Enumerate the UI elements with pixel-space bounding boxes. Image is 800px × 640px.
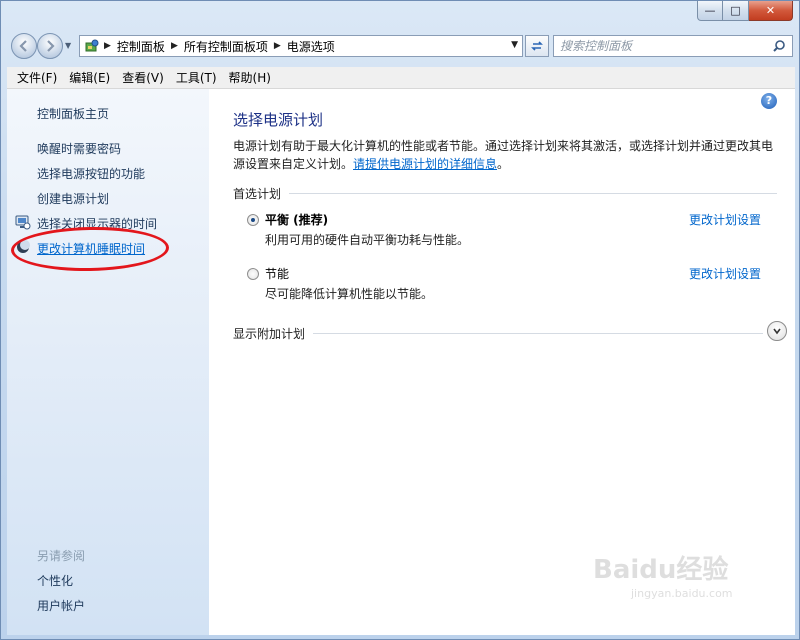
plan-balanced-desc: 利用可用的硬件自动平衡功耗与性能。 <box>265 233 470 247</box>
plan-balanced-settings-link[interactable]: 更改计划设置 <box>689 211 761 228</box>
sidebar-link-personalization[interactable]: 个性化 <box>37 572 73 589</box>
menu-tools[interactable]: 工具(T) <box>170 68 223 88</box>
navigation-bar: ▼ ▶ 控制面板 ▶ 所有控制面板项 ▶ 电源选项 ▼ <box>9 31 793 61</box>
main-panel: ? 选择电源计划 电源计划有助于最大化计算机的性能或者节能。通过选择计划来将其激… <box>233 89 787 635</box>
divider <box>313 333 763 334</box>
sidebar-link-wake-password[interactable]: 唤醒时需要密码 <box>37 140 121 157</box>
caption-buttons: — □ ✕ <box>697 1 793 21</box>
close-button[interactable]: ✕ <box>749 1 793 21</box>
sidebar-link-home[interactable]: 控制面板主页 <box>37 105 109 122</box>
see-also-heading: 另请参阅 <box>37 549 86 563</box>
preferred-plans-heading: 首选计划 <box>233 185 777 202</box>
red-annotation-circle <box>10 225 170 273</box>
window-frame: — □ ✕ ▼ ▶ 控制面板 ▶ 所有控制面板项 ▶ 电源选项 ▼ 搜索控制面板… <box>0 0 800 640</box>
sidebar-link-power-buttons[interactable]: 选择电源按钮的功能 <box>37 165 145 182</box>
menu-view[interactable]: 查看(V) <box>116 68 170 88</box>
refresh-button[interactable] <box>525 35 549 57</box>
divider <box>289 193 777 194</box>
plan-power-saver-settings-link[interactable]: 更改计划设置 <box>689 265 761 282</box>
forward-button[interactable] <box>37 33 63 59</box>
menu-help[interactable]: 帮助(H) <box>223 68 277 88</box>
search-box[interactable] <box>553 35 793 57</box>
preferred-plans-label: 首选计划 <box>233 187 282 201</box>
sidebar-link-user-accounts[interactable]: 用户帐户 <box>37 597 85 614</box>
watermark: Baidu经验 jingyan.baidu.com <box>591 549 751 609</box>
breadcrumb-separator: ▶ <box>273 41 281 51</box>
additional-plans-heading[interactable]: 显示附加计划 <box>233 325 763 342</box>
plan-power-saver-name[interactable]: 节能 <box>265 265 289 282</box>
plan-balanced-name[interactable]: 平衡 (推荐) <box>265 211 328 228</box>
plan-balanced-radio[interactable] <box>247 214 259 226</box>
arrow-right-icon <box>47 40 55 52</box>
chevron-down-icon[interactable]: ▼ <box>511 40 518 50</box>
plan-power-saver-desc: 尽可能降低计算机性能以节能。 <box>265 287 434 301</box>
recent-pages-dropdown[interactable]: ▼ <box>65 41 71 50</box>
sidebar-link-create-plan[interactable]: 创建电源计划 <box>37 190 109 207</box>
watermark-url: jingyan.baidu.com <box>631 587 733 600</box>
watermark-logo-text: Baidu经验 <box>593 555 729 585</box>
control-panel-icon <box>85 39 99 52</box>
additional-plans-label[interactable]: 显示附加计划 <box>233 325 305 342</box>
expand-additional-plans-button[interactable] <box>767 321 787 341</box>
content-area: 控制面板主页 唤醒时需要密码 选择电源按钮的功能 创建电源计划 选择关闭显示器的… <box>7 89 795 635</box>
breadcrumb-separator: ▶ <box>104 41 111 51</box>
arrow-left-icon <box>19 40 27 52</box>
task-sidebar: 控制面板主页 唤醒时需要密码 选择电源按钮的功能 创建电源计划 选择关闭显示器的… <box>7 89 209 635</box>
menu-bar: 文件(F) 编辑(E) 查看(V) 工具(T) 帮助(H) <box>7 67 795 89</box>
menu-file[interactable]: 文件(F) <box>11 68 63 88</box>
back-button[interactable] <box>11 33 37 59</box>
breadcrumb-control-panel[interactable]: 控制面板 <box>117 38 165 55</box>
plan-power-saver-radio[interactable] <box>247 268 259 280</box>
breadcrumb-separator: ▶ <box>170 41 178 51</box>
menu-edit[interactable]: 编辑(E) <box>63 68 116 88</box>
address-bar[interactable]: ▶ 控制面板 ▶ 所有控制面板项 ▶ 电源选项 ▼ <box>79 35 523 57</box>
plan-details-link[interactable]: 请提供电源计划的详细信息 <box>353 157 497 171</box>
monitor-icon <box>15 215 31 230</box>
intro-paragraph: 电源计划有助于最大化计算机的性能或者节能。通过选择计划来将其激活，或选择计划并通… <box>233 137 781 173</box>
breadcrumb-power-options[interactable]: 电源选项 <box>287 38 335 55</box>
minimize-button[interactable]: — <box>697 1 723 21</box>
breadcrumb-all-items[interactable]: 所有控制面板项 <box>184 38 268 55</box>
help-icon[interactable]: ? <box>761 93 777 109</box>
search-icon[interactable] <box>772 39 786 53</box>
intro-end: 。 <box>497 157 510 171</box>
refresh-icon <box>531 41 543 51</box>
chevron-down-icon <box>773 328 781 335</box>
maximize-button[interactable]: □ <box>723 1 749 21</box>
page-title: 选择电源计划 <box>233 111 324 129</box>
search-input[interactable] <box>560 39 760 53</box>
